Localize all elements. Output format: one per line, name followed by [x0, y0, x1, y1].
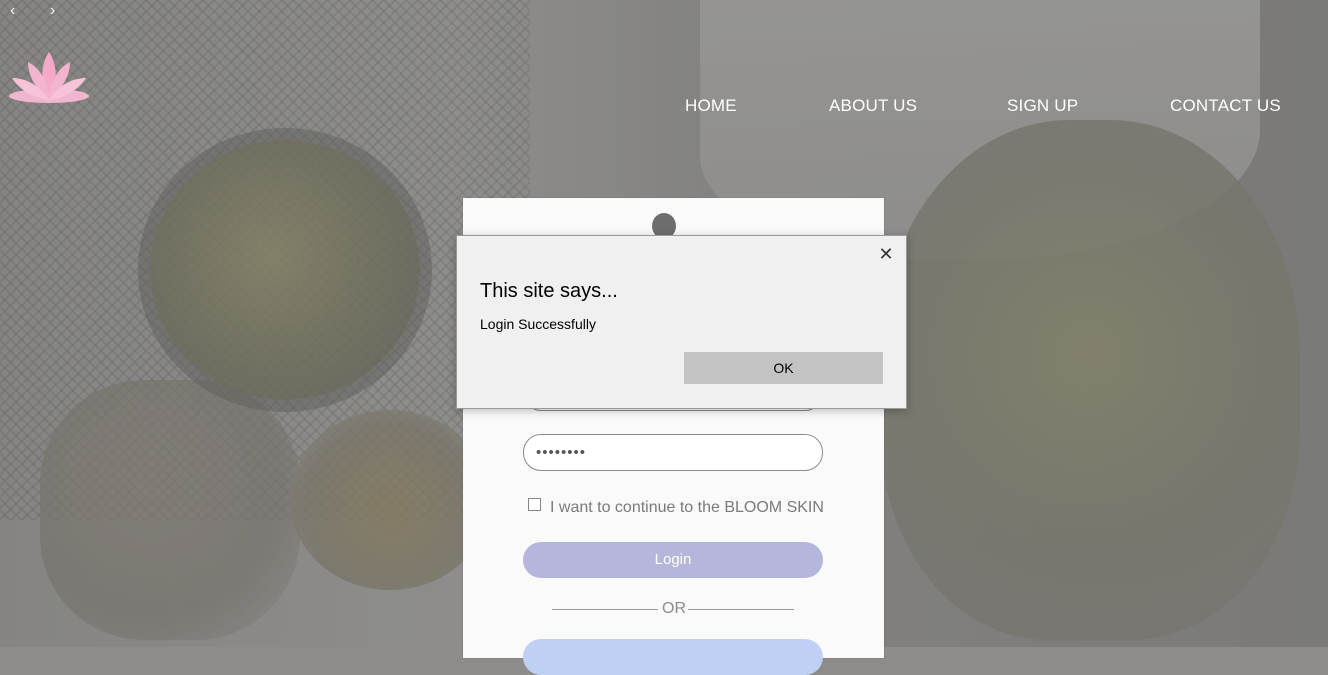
remember-label: I want to continue to the BLOOM SKIN — [550, 499, 824, 516]
dialog-message: Login Successfully — [480, 316, 596, 332]
or-text: OR — [662, 600, 686, 617]
or-divider: OR — [552, 600, 794, 618]
close-icon[interactable]: ✕ — [878, 245, 894, 263]
password-field[interactable]: •••••••• — [523, 434, 823, 471]
login-button[interactable]: Login — [523, 542, 823, 578]
ok-button[interactable]: OK — [684, 352, 883, 384]
nav-contact-us[interactable]: CONTACT US — [1170, 96, 1281, 116]
remember-checkbox[interactable] — [528, 498, 541, 511]
carousel-arrows: ‹ › — [10, 2, 90, 20]
divider-line-left — [552, 609, 658, 610]
alert-dialog: ✕ This site says... Login Successfully O… — [456, 235, 907, 409]
remember-option[interactable]: I want to continue to the BLOOM SKIN — [528, 498, 824, 517]
nav-home[interactable]: HOME — [685, 96, 737, 116]
back-arrow-icon[interactable]: ‹ — [10, 2, 50, 20]
forward-arrow-icon[interactable]: › — [50, 2, 90, 20]
secondary-button[interactable] — [523, 639, 823, 675]
nav-about-us[interactable]: ABOUT US — [829, 96, 917, 116]
nav-sign-up[interactable]: SIGN UP — [1007, 96, 1078, 116]
main-nav: HOME ABOUT US SIGN UP CONTACT US — [0, 96, 1328, 118]
password-value: •••••••• — [536, 444, 587, 461]
dialog-title: This site says... — [480, 280, 618, 302]
divider-line-right — [688, 609, 794, 610]
